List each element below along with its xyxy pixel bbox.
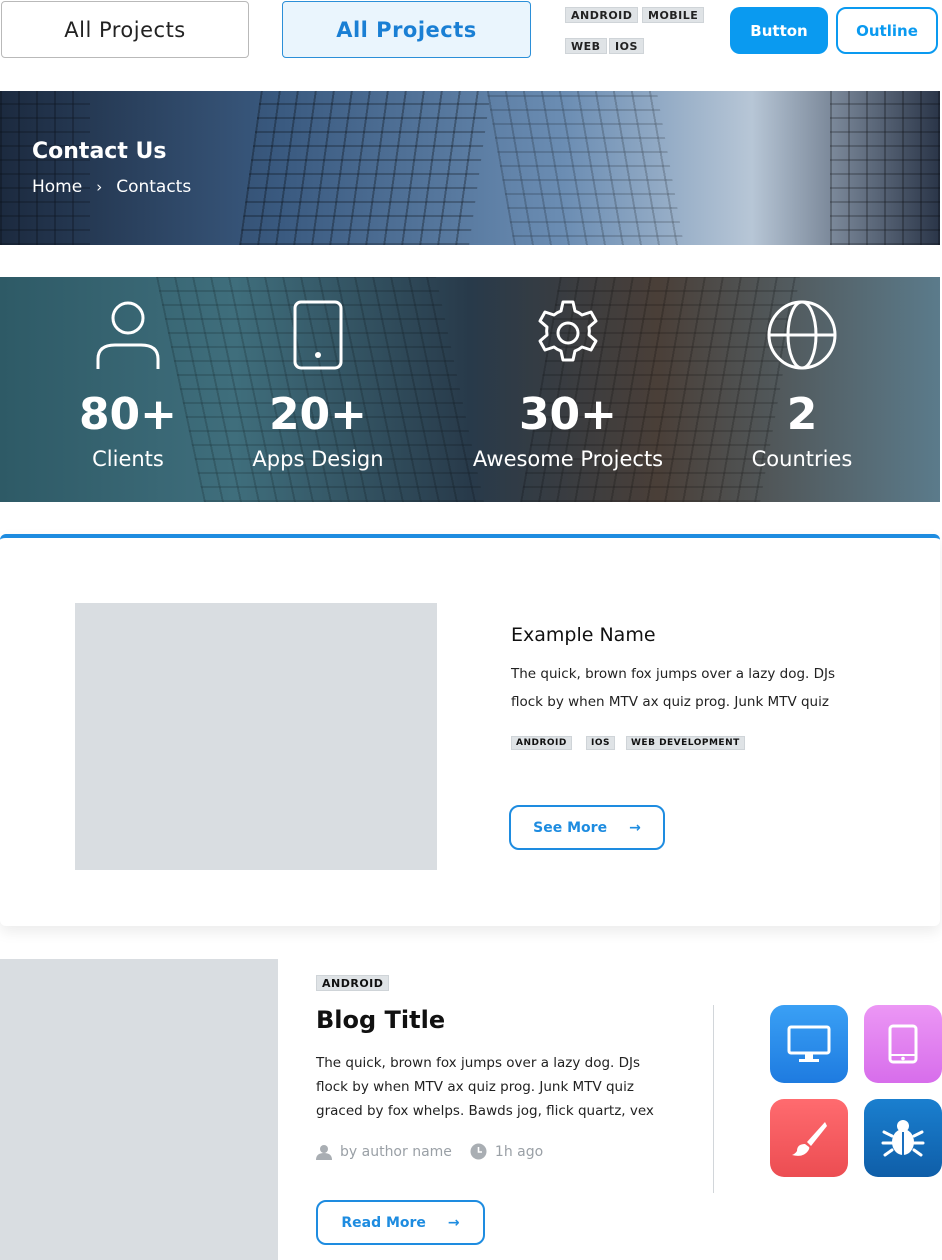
bug-icon — [881, 1120, 925, 1157]
stats-section: 80+ Clients 20+ Apps Design 30+ Awesome … — [0, 277, 940, 502]
blog-title[interactable]: Blog Title — [316, 1006, 445, 1034]
arrow-right-icon: → — [447, 1214, 460, 1231]
blog-excerpt: The quick, brown fox jumps over a lazy d… — [316, 1055, 654, 1119]
stat-label: Countries — [751, 447, 853, 471]
stat-value: 2 — [786, 389, 818, 440]
project-card: Example Name The quick, brown fox jumps … — [0, 534, 940, 926]
project-name: Example Name — [511, 624, 656, 646]
arrow-right-icon: → — [629, 819, 641, 836]
globe-icon — [767, 300, 837, 370]
stat-label: Awesome Projects — [472, 447, 664, 471]
page-title: Contact Us — [32, 139, 167, 164]
stat-value: 80+ — [78, 389, 178, 440]
primary-button[interactable]: Button — [730, 7, 828, 54]
page-hero-banner: Contact Us Home › Contacts — [0, 91, 940, 245]
monitor-app-tile[interactable] — [770, 1005, 848, 1083]
building-facade-decoration — [239, 91, 491, 245]
phone-icon — [293, 300, 343, 370]
tag-android[interactable]: ANDROID — [565, 7, 639, 23]
tag-web[interactable]: WEB — [565, 38, 607, 54]
see-more-button[interactable]: See More → — [509, 805, 665, 850]
see-more-label: See More — [533, 819, 608, 836]
stat-label: Clients — [92, 447, 164, 471]
user-icon — [96, 301, 160, 369]
project-description: The quick, brown fox jumps over a lazy d… — [511, 666, 836, 710]
monitor-icon — [787, 1025, 831, 1062]
blog-image-placeholder — [0, 959, 278, 1260]
brush-icon — [792, 1122, 827, 1156]
stat-value: 30+ — [518, 389, 618, 440]
project-tag[interactable]: WEB DEVELOPMENT — [626, 736, 745, 750]
building-facade-decoration — [0, 91, 90, 245]
tag-mobile[interactable]: MOBILE — [642, 7, 705, 23]
project-tag[interactable]: ANDROID — [511, 736, 572, 750]
tablet-icon — [888, 1024, 918, 1064]
read-more-label: Read More — [341, 1214, 426, 1231]
vertical-divider — [713, 1005, 714, 1193]
blog-author: by author name — [340, 1143, 452, 1160]
blog-tag[interactable]: ANDROID — [316, 975, 390, 991]
clock-icon — [470, 1143, 487, 1160]
brush-app-tile[interactable] — [770, 1099, 848, 1177]
breadcrumb-separator: › — [96, 178, 103, 196]
stat-label: Apps Design — [252, 447, 384, 471]
building-facade-decoration — [485, 91, 685, 245]
building-facade-decoration — [830, 91, 940, 245]
filter-all-projects-button[interactable]: All Projects — [1, 1, 249, 58]
filter-all-projects-active-button[interactable]: All Projects — [282, 1, 531, 58]
tablet-app-tile[interactable] — [864, 1005, 942, 1083]
blog-time: 1h ago — [494, 1143, 544, 1160]
tag-ios[interactable]: IOS — [609, 38, 644, 54]
blog-meta: by author name 1h ago — [316, 1143, 543, 1160]
breadcrumb: Home › Contacts — [32, 177, 191, 197]
project-image-placeholder — [75, 603, 437, 870]
author-icon — [316, 1144, 332, 1160]
breadcrumb-current: Contacts — [116, 177, 192, 197]
project-tag[interactable]: IOS — [586, 736, 615, 750]
breadcrumb-home-link[interactable]: Home — [32, 177, 82, 197]
bug-app-tile[interactable] — [864, 1099, 942, 1177]
outline-button[interactable]: Outline — [836, 7, 938, 54]
stat-value: 20+ — [268, 389, 368, 440]
read-more-button[interactable]: Read More → — [316, 1200, 485, 1245]
gear-icon — [538, 300, 598, 362]
